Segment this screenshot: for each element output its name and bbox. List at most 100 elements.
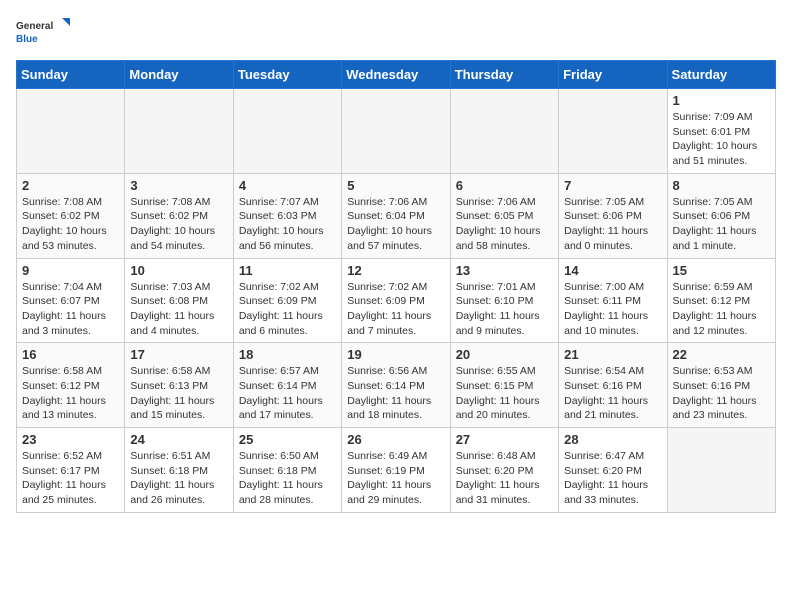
calendar-day-cell: 16Sunrise: 6:58 AM Sunset: 6:12 PM Dayli… xyxy=(17,343,125,428)
day-info: Sunrise: 7:08 AM Sunset: 6:02 PM Dayligh… xyxy=(22,195,119,254)
calendar-day-cell xyxy=(450,89,558,174)
calendar-day-cell: 9 Sunrise: 7:04 AM Sunset: 6:07 PM Daylig… xyxy=(17,258,125,343)
calendar-day-cell: 25 Sunrise: 6:50 AM Sunset: 6:18 PM Dayli… xyxy=(233,428,341,513)
day-info: Sunrise: 7:05 AM Sunset: 6:06 PM Dayligh… xyxy=(673,195,770,254)
day-info: Sunrise: 6:53 AM Sunset: 6:16 PM Dayligh… xyxy=(673,364,770,423)
day-info: Sunrise: 6:51 AM Sunset: 6:18 PM Dayligh… xyxy=(130,449,227,508)
day-info: Sunrise: 6:52 AM Sunset: 6:17 PM Dayligh… xyxy=(22,449,119,508)
calendar-day-cell: 18 Sunrise: 6:57 AM Sunset: 6:14 PM Dayli… xyxy=(233,343,341,428)
calendar-day-cell: 12 Sunrise: 7:02 AM Sunset: 6:09 PM Dayli… xyxy=(342,258,450,343)
day-info: Sunrise: 7:02 AM Sunset: 6:09 PM Dayligh… xyxy=(239,280,336,339)
calendar-day-cell: 6 Sunrise: 7:06 AM Sunset: 6:05 PM Daylig… xyxy=(450,173,558,258)
day-of-week-header: Sunday xyxy=(17,61,125,89)
day-of-week-header: Friday xyxy=(559,61,667,89)
day-info: Sunrise: 7:09 AM Sunset: 6:01 PM Dayligh… xyxy=(673,110,770,169)
day-number: 2 xyxy=(22,178,119,193)
day-number: 5 xyxy=(347,178,444,193)
calendar-day-cell xyxy=(125,89,233,174)
logo: General Blue xyxy=(16,16,71,48)
day-number: 12 xyxy=(347,263,444,278)
calendar-day-cell: 17 Sunrise: 6:58 AM Sunset: 6:13 PM Dayli… xyxy=(125,343,233,428)
page-header: General Blue xyxy=(16,16,776,48)
logo-svg: General Blue xyxy=(16,16,71,48)
calendar-week-row: 1 Sunrise: 7:09 AM Sunset: 6:01 PM Daylig… xyxy=(17,89,776,174)
day-info: Sunrise: 7:03 AM Sunset: 6:08 PM Dayligh… xyxy=(130,280,227,339)
day-of-week-header: Wednesday xyxy=(342,61,450,89)
day-info: Sunrise: 6:58 AM Sunset: 6:13 PM Dayligh… xyxy=(130,364,227,423)
svg-text:General: General xyxy=(16,21,53,32)
calendar-day-cell: 26 Sunrise: 6:49 AM Sunset: 6:19 PM Dayli… xyxy=(342,428,450,513)
calendar-week-row: 16Sunrise: 6:58 AM Sunset: 6:12 PM Dayli… xyxy=(17,343,776,428)
calendar-day-cell: 2 Sunrise: 7:08 AM Sunset: 6:02 PM Daylig… xyxy=(17,173,125,258)
day-info: Sunrise: 7:08 AM Sunset: 6:02 PM Dayligh… xyxy=(130,195,227,254)
calendar-day-cell xyxy=(559,89,667,174)
calendar-day-cell: 3 Sunrise: 7:08 AM Sunset: 6:02 PM Daylig… xyxy=(125,173,233,258)
day-number: 18 xyxy=(239,347,336,362)
day-info: Sunrise: 7:07 AM Sunset: 6:03 PM Dayligh… xyxy=(239,195,336,254)
day-number: 26 xyxy=(347,432,444,447)
calendar-day-cell xyxy=(667,428,775,513)
calendar-day-cell: 20Sunrise: 6:55 AM Sunset: 6:15 PM Dayli… xyxy=(450,343,558,428)
day-number: 25 xyxy=(239,432,336,447)
calendar-day-cell: 28Sunrise: 6:47 AM Sunset: 6:20 PM Dayli… xyxy=(559,428,667,513)
day-info: Sunrise: 7:06 AM Sunset: 6:05 PM Dayligh… xyxy=(456,195,553,254)
day-of-week-header: Thursday xyxy=(450,61,558,89)
day-of-week-header: Monday xyxy=(125,61,233,89)
day-info: Sunrise: 6:50 AM Sunset: 6:18 PM Dayligh… xyxy=(239,449,336,508)
day-number: 1 xyxy=(673,93,770,108)
calendar-day-cell xyxy=(342,89,450,174)
day-number: 19 xyxy=(347,347,444,362)
calendar-day-cell: 10 Sunrise: 7:03 AM Sunset: 6:08 PM Dayli… xyxy=(125,258,233,343)
day-info: Sunrise: 6:57 AM Sunset: 6:14 PM Dayligh… xyxy=(239,364,336,423)
calendar-week-row: 9 Sunrise: 7:04 AM Sunset: 6:07 PM Daylig… xyxy=(17,258,776,343)
day-info: Sunrise: 7:01 AM Sunset: 6:10 PM Dayligh… xyxy=(456,280,553,339)
calendar-day-cell: 1 Sunrise: 7:09 AM Sunset: 6:01 PM Daylig… xyxy=(667,89,775,174)
day-number: 15 xyxy=(673,263,770,278)
day-info: Sunrise: 7:00 AM Sunset: 6:11 PM Dayligh… xyxy=(564,280,661,339)
day-number: 10 xyxy=(130,263,227,278)
day-number: 21 xyxy=(564,347,661,362)
day-number: 6 xyxy=(456,178,553,193)
day-of-week-header: Tuesday xyxy=(233,61,341,89)
day-number: 14 xyxy=(564,263,661,278)
day-info: Sunrise: 6:48 AM Sunset: 6:20 PM Dayligh… xyxy=(456,449,553,508)
day-info: Sunrise: 7:05 AM Sunset: 6:06 PM Dayligh… xyxy=(564,195,661,254)
calendar-day-cell xyxy=(233,89,341,174)
day-number: 11 xyxy=(239,263,336,278)
calendar-day-cell: 24 Sunrise: 6:51 AM Sunset: 6:18 PM Dayli… xyxy=(125,428,233,513)
day-info: Sunrise: 6:55 AM Sunset: 6:15 PM Dayligh… xyxy=(456,364,553,423)
day-of-week-header: Saturday xyxy=(667,61,775,89)
calendar-day-cell: 4 Sunrise: 7:07 AM Sunset: 6:03 PM Daylig… xyxy=(233,173,341,258)
day-info: Sunrise: 6:56 AM Sunset: 6:14 PM Dayligh… xyxy=(347,364,444,423)
day-info: Sunrise: 7:06 AM Sunset: 6:04 PM Dayligh… xyxy=(347,195,444,254)
day-info: Sunrise: 6:49 AM Sunset: 6:19 PM Dayligh… xyxy=(347,449,444,508)
day-number: 7 xyxy=(564,178,661,193)
day-info: Sunrise: 7:02 AM Sunset: 6:09 PM Dayligh… xyxy=(347,280,444,339)
day-number: 22 xyxy=(673,347,770,362)
day-number: 9 xyxy=(22,263,119,278)
calendar-day-cell: 22 Sunrise: 6:53 AM Sunset: 6:16 PM Dayli… xyxy=(667,343,775,428)
day-info: Sunrise: 6:58 AM Sunset: 6:12 PM Dayligh… xyxy=(22,364,119,423)
day-number: 27 xyxy=(456,432,553,447)
calendar-day-cell xyxy=(17,89,125,174)
calendar-week-row: 2 Sunrise: 7:08 AM Sunset: 6:02 PM Daylig… xyxy=(17,173,776,258)
calendar-day-cell: 5 Sunrise: 7:06 AM Sunset: 6:04 PM Daylig… xyxy=(342,173,450,258)
svg-text:Blue: Blue xyxy=(16,34,38,45)
day-number: 4 xyxy=(239,178,336,193)
day-number: 24 xyxy=(130,432,227,447)
calendar-header-row: SundayMondayTuesdayWednesdayThursdayFrid… xyxy=(17,61,776,89)
calendar-day-cell: 15Sunrise: 6:59 AM Sunset: 6:12 PM Dayli… xyxy=(667,258,775,343)
day-info: Sunrise: 7:04 AM Sunset: 6:07 PM Dayligh… xyxy=(22,280,119,339)
calendar-day-cell: 19 Sunrise: 6:56 AM Sunset: 6:14 PM Dayli… xyxy=(342,343,450,428)
day-number: 3 xyxy=(130,178,227,193)
day-info: Sunrise: 6:47 AM Sunset: 6:20 PM Dayligh… xyxy=(564,449,661,508)
calendar-day-cell: 27 Sunrise: 6:48 AM Sunset: 6:20 PM Dayli… xyxy=(450,428,558,513)
day-number: 23 xyxy=(22,432,119,447)
calendar-day-cell: 13Sunrise: 7:01 AM Sunset: 6:10 PM Dayli… xyxy=(450,258,558,343)
calendar-day-cell: 11 Sunrise: 7:02 AM Sunset: 6:09 PM Dayli… xyxy=(233,258,341,343)
day-number: 17 xyxy=(130,347,227,362)
calendar-day-cell: 8Sunrise: 7:05 AM Sunset: 6:06 PM Daylig… xyxy=(667,173,775,258)
day-info: Sunrise: 6:54 AM Sunset: 6:16 PM Dayligh… xyxy=(564,364,661,423)
calendar-week-row: 23 Sunrise: 6:52 AM Sunset: 6:17 PM Dayli… xyxy=(17,428,776,513)
calendar-day-cell: 23 Sunrise: 6:52 AM Sunset: 6:17 PM Dayli… xyxy=(17,428,125,513)
